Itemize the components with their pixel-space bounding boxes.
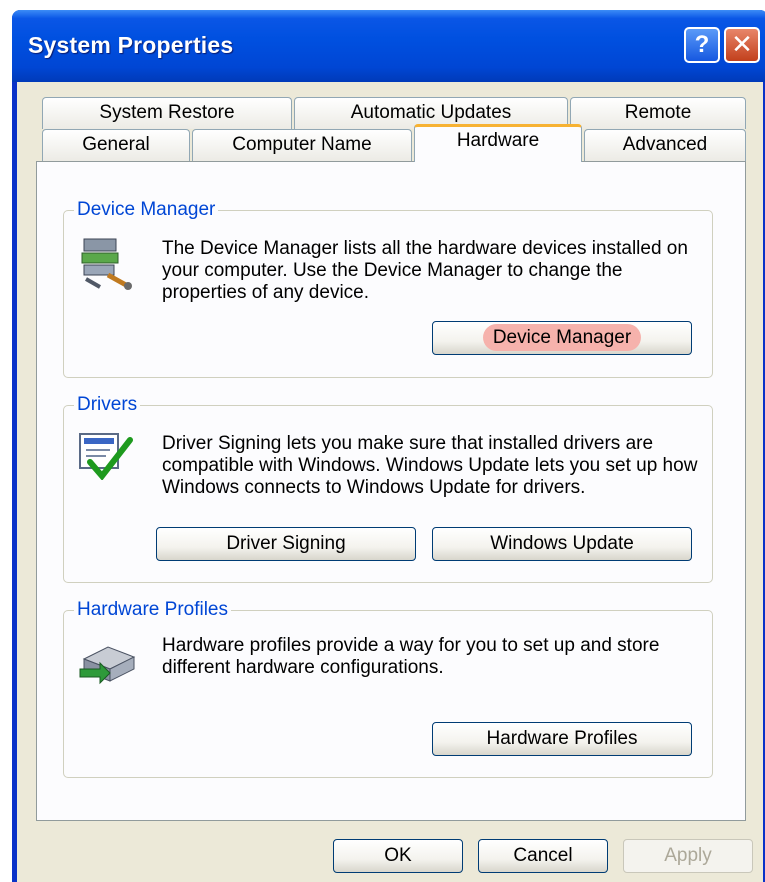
help-icon[interactable]: ? bbox=[684, 27, 720, 63]
device-manager-button[interactable]: Device Manager bbox=[432, 321, 692, 355]
device-manager-icon bbox=[81, 238, 132, 290]
windows-update-button[interactable]: Windows Update bbox=[432, 527, 692, 561]
tab-hardware[interactable]: Hardware bbox=[414, 124, 582, 162]
title-bar[interactable]: System Properties ? ✕ bbox=[12, 10, 765, 82]
hardware-profiles-group-label: Hardware Profiles bbox=[74, 599, 231, 621]
tab-remote[interactable]: Remote bbox=[570, 97, 746, 129]
cancel-button[interactable]: Cancel bbox=[478, 839, 608, 873]
hardware-profiles-icon bbox=[79, 646, 136, 685]
dialog-client-area: System Restore Automatic Updates Remote … bbox=[17, 82, 763, 882]
apply-button[interactable]: Apply bbox=[623, 839, 753, 873]
device-manager-button-label: Device Manager bbox=[482, 324, 642, 351]
driver-signing-icon bbox=[79, 433, 133, 480]
window-title: System Properties bbox=[28, 32, 234, 58]
hardware-profiles-description: Hardware profiles provide a way for you … bbox=[162, 635, 660, 678]
tab-system-restore[interactable]: System Restore bbox=[42, 97, 292, 129]
device-manager-description: The Device Manager lists all the hardwar… bbox=[162, 238, 688, 303]
hardware-profiles-button[interactable]: Hardware Profiles bbox=[432, 722, 692, 756]
drivers-group-label: Drivers bbox=[74, 394, 141, 416]
device-manager-group: Device Manager The Device Manager lists … bbox=[63, 199, 713, 378]
device-manager-group-label: Device Manager bbox=[74, 199, 219, 221]
driver-signing-button[interactable]: Driver Signing bbox=[156, 527, 416, 561]
tab-general[interactable]: General bbox=[42, 129, 190, 161]
ok-button[interactable]: OK bbox=[333, 839, 463, 873]
drivers-group: Drivers Driver Signing lets you make sur… bbox=[63, 394, 713, 583]
close-icon[interactable]: ✕ bbox=[724, 27, 760, 63]
tab-computer-name[interactable]: Computer Name bbox=[192, 129, 412, 161]
hardware-tab-panel: Device Manager The Device Manager lists … bbox=[36, 161, 746, 821]
tab-advanced[interactable]: Advanced bbox=[584, 129, 746, 161]
system-properties-window: System Properties ? ✕ System Restore Aut… bbox=[12, 10, 765, 882]
hardware-profiles-group: Hardware Profiles Hardware profiles prov… bbox=[63, 599, 713, 778]
drivers-description: Driver Signing lets you make sure that i… bbox=[162, 433, 698, 498]
